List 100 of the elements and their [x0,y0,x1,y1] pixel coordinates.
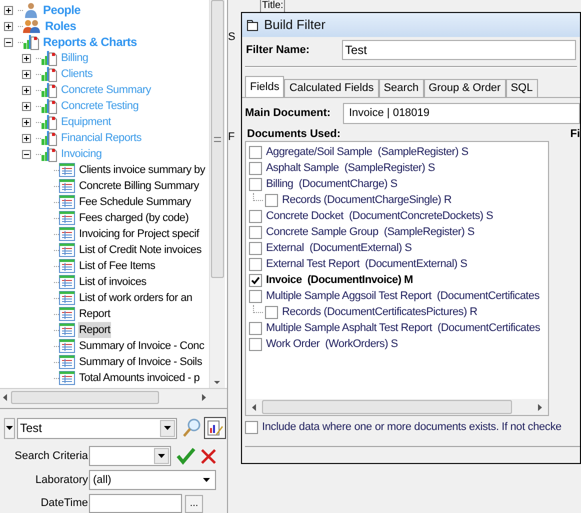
tab[interactable]: Group & Order [424,79,506,97]
datetime-label: DateTime [40,496,89,512]
tree-item[interactable]: List of Credit Note invoices [78,242,202,258]
checkmark-icon[interactable] [176,446,196,466]
table-icon [59,211,75,225]
checkbox[interactable] [249,258,262,270]
document-label: External Test Report (DocumentExternal) S [266,256,468,272]
dropdown-arrow-icon[interactable] [158,454,165,458]
tree-item[interactable]: Invoicing for Project specif [78,226,200,242]
filter-name-field[interactable]: Test [342,40,576,60]
checkbox[interactable] [249,274,262,286]
expand-icon[interactable] [4,6,13,14]
checkbox[interactable] [249,322,262,334]
table-icon [59,275,75,289]
vertical-scrollbar[interactable] [209,0,225,388]
tree-item[interactable]: Summary of Invoice - Conc [78,338,206,354]
tree-item[interactable]: List of work orders for an [78,290,194,306]
tree-item[interactable]: Total Amounts invoiced - p [78,370,201,386]
tree-item[interactable]: List of Fee Items [78,258,156,274]
tab[interactable]: Calculated Fields [284,79,379,97]
expand-icon[interactable] [22,70,31,78]
tab[interactable]: SQL [506,79,538,97]
documents-used-label: Documents Used: [247,126,341,142]
document-label: Invoice (DocumentInvoice) M [266,272,413,288]
table-icon [59,371,75,385]
table-icon [59,339,75,353]
tree-item[interactable]: Summary of Invoice - Soils [78,354,204,370]
chart-document-icon [41,114,57,130]
laboratory-combo[interactable]: (all) [89,470,216,490]
chart-document-icon [41,146,57,162]
table-icon [59,355,75,369]
horizontal-scrollbar[interactable] [0,389,209,406]
chart-document-icon [41,66,57,82]
fields-label: Fi [570,126,580,142]
table-icon [59,227,75,241]
menu-dropdown-button[interactable] [4,418,15,438]
document-label: Asphalt Sample (SampleRegister) S [266,160,435,176]
document-label: External (DocumentExternal) S [266,240,412,256]
checkbox[interactable] [249,290,262,302]
expand-icon[interactable] [22,118,31,126]
dropdown-arrow-icon[interactable] [6,426,13,430]
checkbox[interactable] [245,420,258,434]
chart-document-icon [41,50,57,66]
scroll-right-icon[interactable] [202,394,206,402]
dropdown-arrow-icon[interactable] [203,478,210,482]
document-label: Aggregate/Soil Sample (SampleRegister) S [266,144,468,160]
expand-icon[interactable] [22,54,31,62]
tree-item[interactable]: Report [78,322,112,338]
background-label: F [228,130,235,144]
tab[interactable]: Search [378,79,424,97]
chart-document-icon [41,98,57,114]
expand-icon[interactable] [22,86,31,94]
expand-icon[interactable] [4,22,13,30]
datetime-field[interactable] [89,494,182,513]
close-icon[interactable] [199,446,218,466]
document-label: Work Order (WorkOrders) S [266,336,398,352]
main-document-field[interactable]: Invoice | 018019 [343,102,580,124]
checkbox[interactable] [249,226,262,238]
document-label: Multiple Sample Aggsoil Test Report (DocumentCertificates [266,288,540,304]
browse-button[interactable]: ... [185,494,203,512]
table-icon [59,163,75,177]
checkbox[interactable] [249,146,262,158]
checkbox[interactable] [249,242,262,254]
scroll-left-icon[interactable] [252,404,256,410]
collapse-icon[interactable] [22,150,31,158]
checkbox[interactable] [249,162,262,174]
expand-icon[interactable] [22,102,31,110]
search-criteria-label: Search Criteria [14,448,89,464]
background-label: S [228,30,236,45]
tree-item[interactable]: Report [78,306,112,322]
tree-item[interactable]: Clients invoice summary by [78,162,206,178]
checkbox[interactable] [265,306,278,318]
document-label: Billing (DocumentCharge) S [266,176,398,192]
tree-item[interactable]: Fee Schedule Summary [78,194,192,210]
tree-item[interactable]: Concrete Billing Summary [78,178,200,194]
person-icon [23,2,39,18]
tree-item[interactable]: Fees charged (by code) [78,210,190,226]
report-edit-button[interactable] [204,417,226,439]
chart-document-icon [41,130,57,146]
window-icon [247,20,259,30]
filter-combo[interactable]: Test [17,418,177,438]
tab[interactable]: Fields [245,76,284,97]
tree-item[interactable]: List of invoices [78,274,148,290]
horizontal-scrollbar[interactable] [246,399,548,415]
document-label: Records (DocumentCertificatesPictures) R [282,304,478,320]
checkbox[interactable] [249,210,262,222]
scroll-left-icon[interactable] [3,394,7,402]
dialog-title: Build Filter [264,16,326,34]
checkbox[interactable] [249,178,262,190]
collapse-icon[interactable] [4,38,13,46]
chart-document-icon [41,82,57,98]
dropdown-arrow-icon[interactable] [164,426,171,430]
laboratory-label: Laboratory [34,472,89,488]
checkbox[interactable] [249,338,262,350]
table-icon [59,323,75,337]
checkbox[interactable] [265,194,278,206]
scroll-right-icon[interactable] [538,404,542,410]
expand-icon[interactable] [22,134,31,142]
document-label: Records (DocumentChargeSingle) R [282,192,452,208]
table-icon [59,307,75,321]
